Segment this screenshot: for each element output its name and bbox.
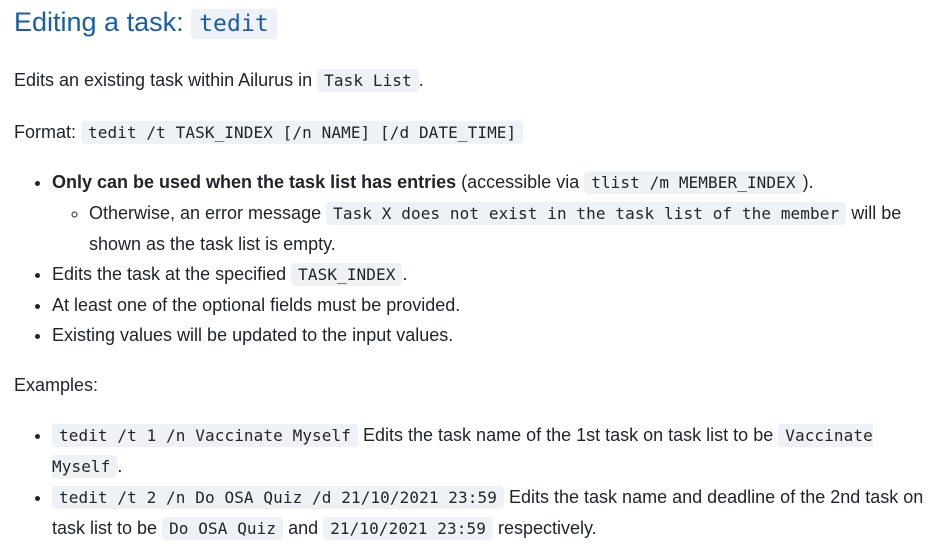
examples-label: Examples: <box>14 375 99 395</box>
section-heading: Editing a task: tedit <box>14 0 927 42</box>
intro-after: . <box>418 70 424 90</box>
example-2-after: respectively. <box>497 518 597 538</box>
example-2-code-name: Do OSA Quiz <box>162 517 284 540</box>
example-item-1: tedit /t 1 /n Vaccinate Myself Edits the… <box>52 420 927 482</box>
intro-code: Task List <box>317 69 419 92</box>
heading-command-code: tedit <box>191 9 277 39</box>
format-code: tedit /t TASK_INDEX [/n NAME] [/d DATE_T… <box>81 121 524 144</box>
example-2-code-date: 21/10/2021 23:59 <box>323 517 493 540</box>
note-index-after: . <box>402 264 408 284</box>
examples-list: tedit /t 1 /n Vaccinate Myself Edits the… <box>14 420 927 544</box>
notes-list: Only can be used when the task list has … <box>14 167 927 350</box>
note-after: ). <box>802 172 814 192</box>
example-1-after: . <box>117 456 123 476</box>
note-item-precondition: Only can be used when the task list has … <box>52 167 927 259</box>
note-item-existing: Existing values will be updated to the i… <box>52 320 927 350</box>
note-code-tlist: tlist /m MEMBER_INDEX <box>584 171 803 194</box>
format-paragraph: Format: tedit /t TASK_INDEX [/n NAME] [/… <box>14 117 927 148</box>
example-2-code: tedit /t 2 /n Do OSA Quiz /d 21/10/2021 … <box>52 486 504 509</box>
document-page: Editing a task: tedit Edits an existing … <box>0 0 927 544</box>
example-1-text: Edits the task name of the 1st task on t… <box>363 425 774 445</box>
notes-sublist: Otherwise, an error message Task X does … <box>52 198 927 259</box>
subnote-item-error: Otherwise, an error message Task X does … <box>89 198 927 259</box>
subnote-error-code: Task X does not exist in the task list o… <box>326 202 847 225</box>
example-item-2: tedit /t 2 /n Do OSA Quiz /d 21/10/2021 … <box>52 482 927 544</box>
note-item-optional: At least one of the optional fields must… <box>52 290 927 320</box>
intro-text: Edits an existing task within Ailurus in <box>14 70 313 90</box>
intro-paragraph: Edits an existing task within Ailurus in… <box>14 65 927 96</box>
note-index-code: TASK_INDEX <box>291 263 403 286</box>
heading-text: Editing a task: <box>14 7 184 37</box>
example-2-mid: and <box>288 518 319 538</box>
note-bold-text: Only can be used when the task list has … <box>52 172 457 192</box>
subnote-text: Otherwise, an error message <box>89 203 322 223</box>
note-text: (accessible via <box>461 172 580 192</box>
note-item-index: Edits the task at the specified TASK_IND… <box>52 259 927 290</box>
format-label: Format: <box>14 122 77 142</box>
note-index-text: Edits the task at the specified <box>52 264 287 284</box>
example-1-code: tedit /t 1 /n Vaccinate Myself <box>52 424 358 447</box>
